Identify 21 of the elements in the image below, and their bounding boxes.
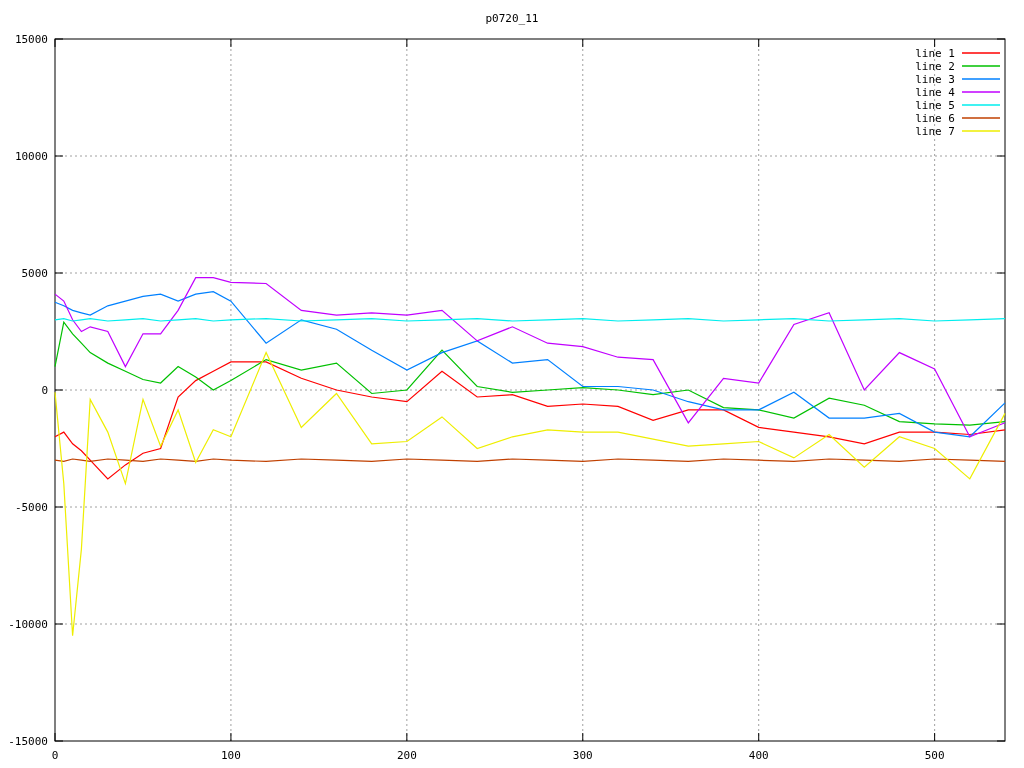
- y-tick-label: -5000: [14, 501, 48, 514]
- y-tick-label: 15000: [14, 33, 48, 46]
- y-tick-label: 10000: [14, 150, 48, 163]
- x-tick-label: 300: [572, 749, 593, 762]
- legend-label: line 6: [915, 112, 955, 125]
- x-tick-label: 400: [748, 749, 769, 762]
- legend-label: line 5: [915, 99, 955, 112]
- x-tick-label: 500: [924, 749, 945, 762]
- x-tick-label: 0: [51, 749, 59, 762]
- y-tick-label: 5000: [21, 267, 48, 280]
- legend-label: line 2: [915, 60, 955, 73]
- legend-label: line 7: [915, 125, 955, 138]
- y-tick-label: 0: [41, 384, 48, 397]
- legend-label: line 4: [915, 86, 955, 99]
- x-tick-label: 100: [221, 749, 241, 762]
- x-tick-label: 200: [396, 749, 417, 762]
- legend-label: line 1: [915, 47, 955, 60]
- y-tick-label: -10000: [8, 618, 48, 631]
- chart-title: p0720_11: [485, 12, 539, 25]
- y-tick-label: -15000: [8, 735, 48, 748]
- legend-label: line 3: [915, 73, 955, 86]
